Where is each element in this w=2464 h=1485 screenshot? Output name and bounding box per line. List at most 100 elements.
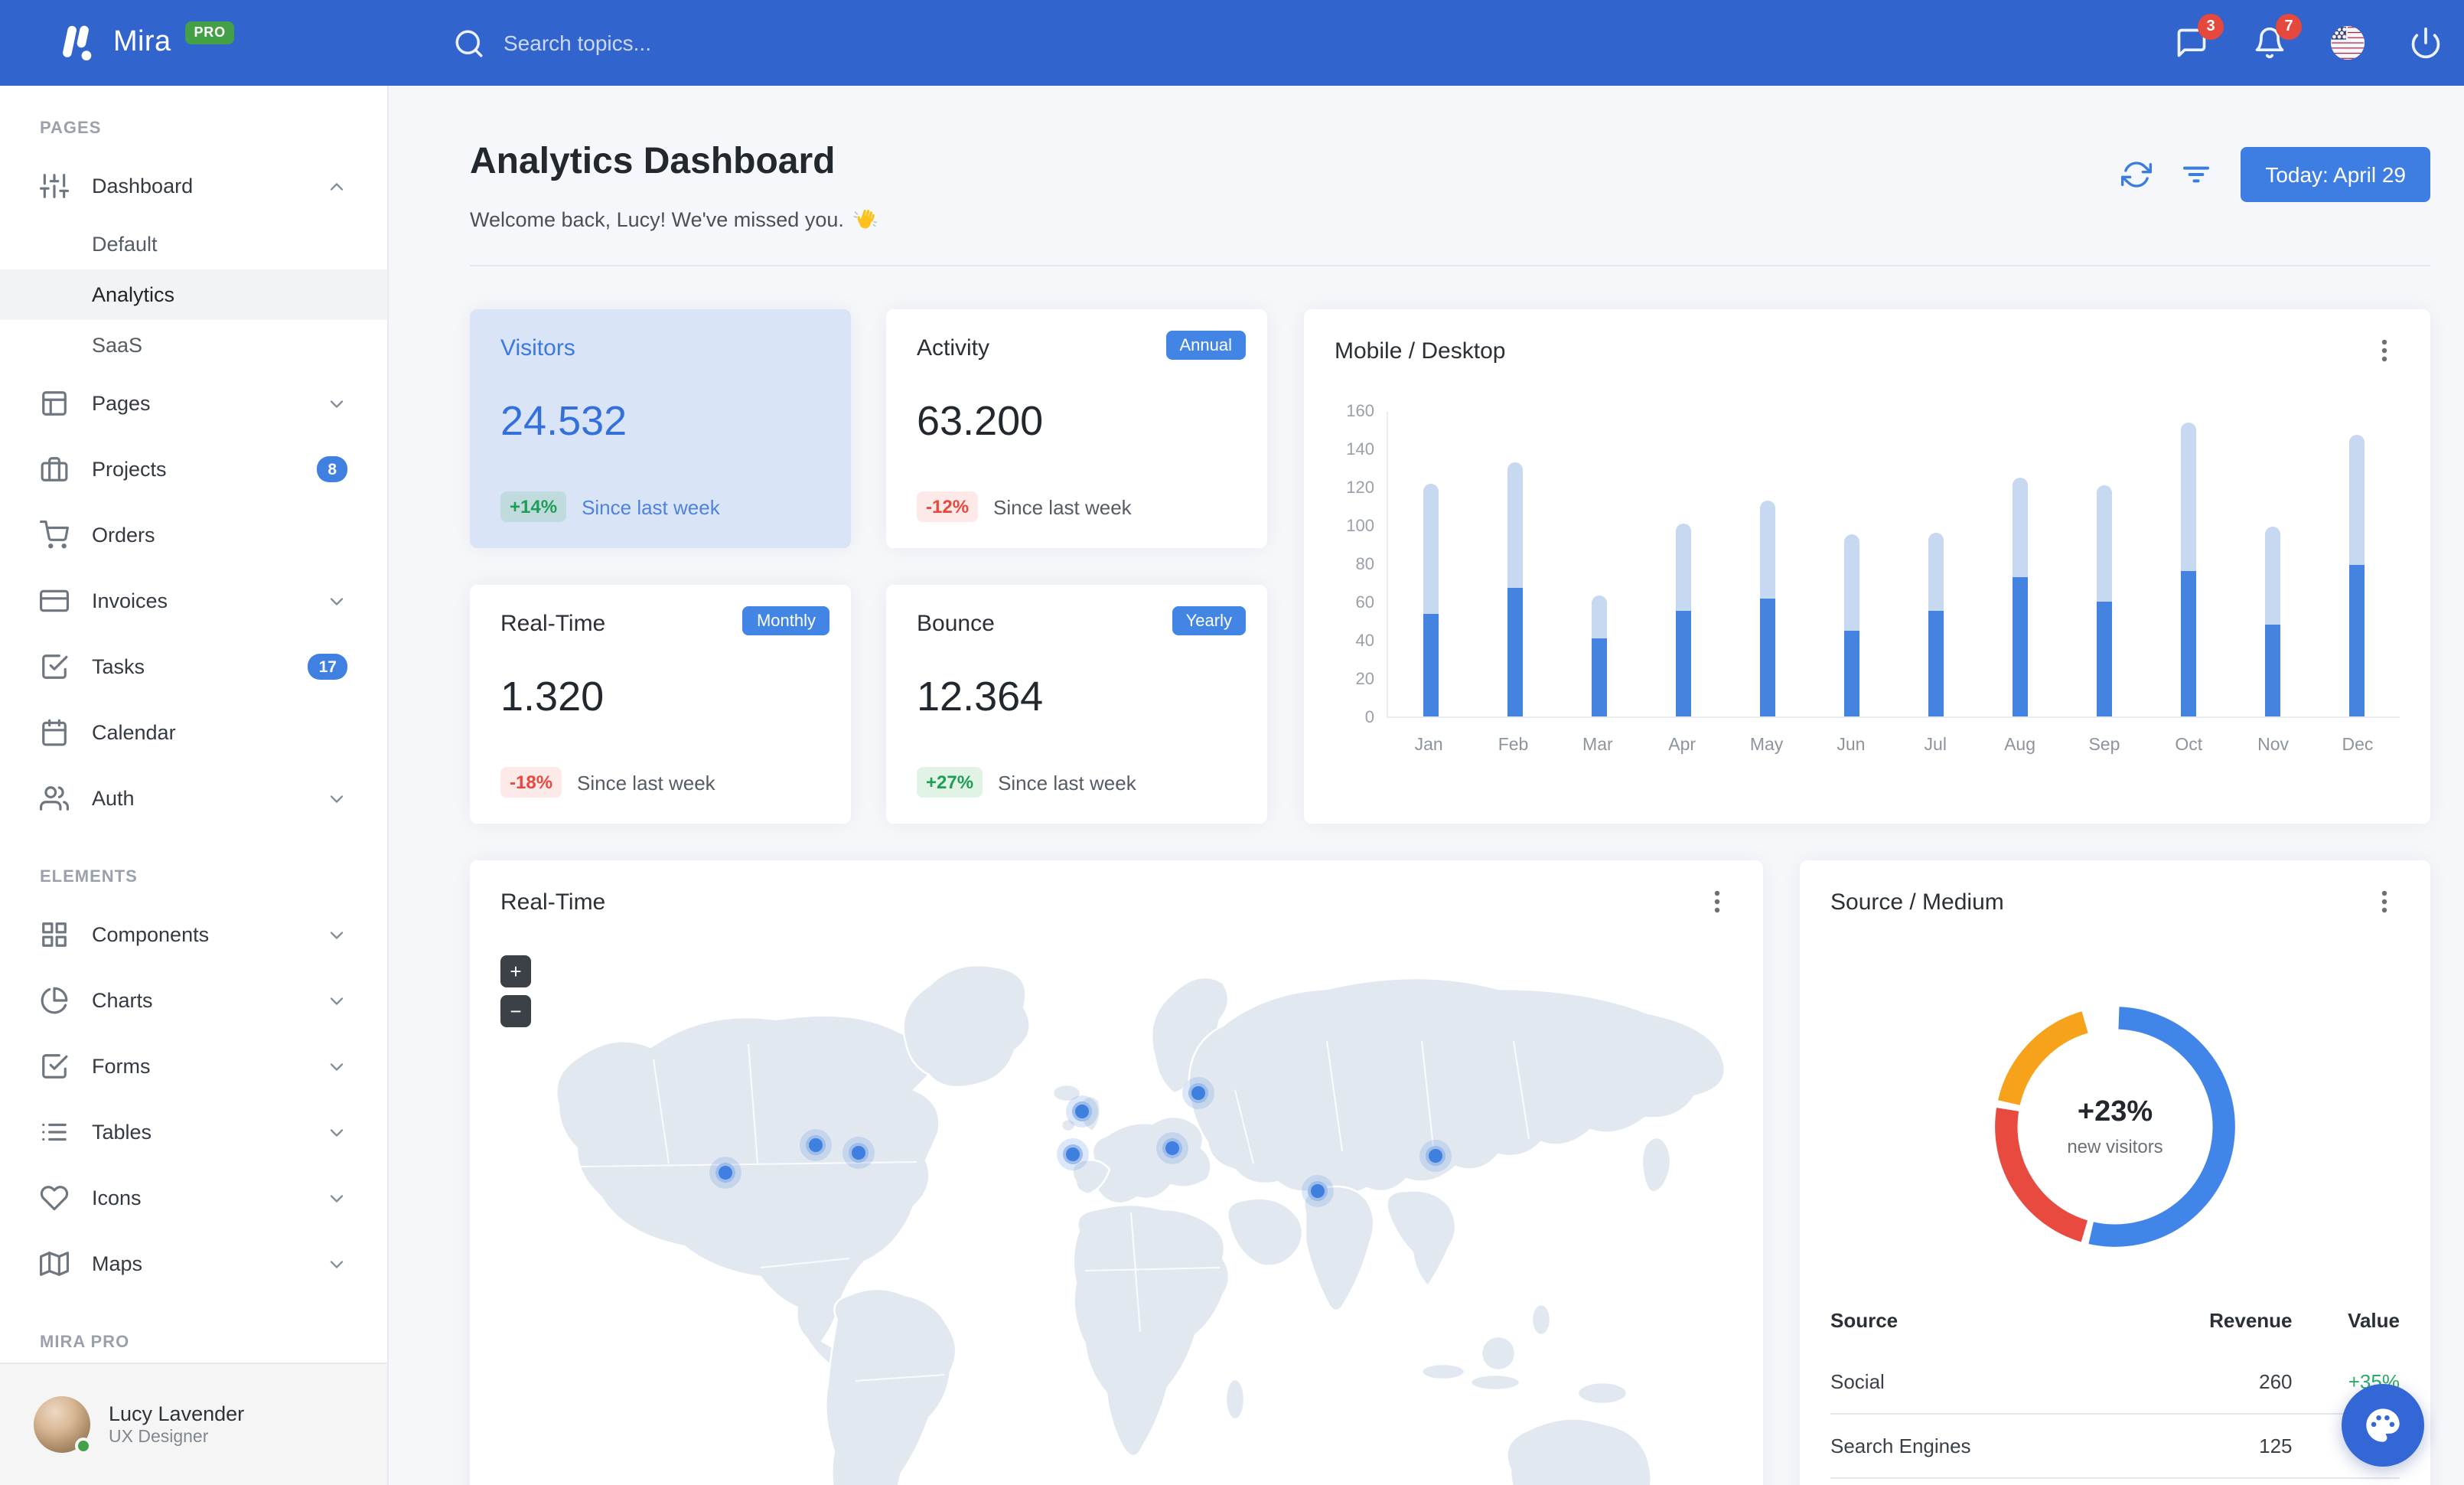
bar-nov[interactable] [2265,527,2281,716]
world-map-svg [556,964,1726,1485]
bar-oct[interactable] [2181,422,2197,716]
stat-card-real-time: Real-Time Monthly 1.320 -18% Since last week [470,585,851,824]
map-zoom-in-button[interactable]: + [500,955,531,987]
search-input[interactable] [504,31,963,55]
user-name: Lucy Lavender [109,1402,245,1425]
sidebar: PAGES Dashboard Default Analytics SaaS Pages P… [0,86,389,1485]
sidebar-subitem-saas[interactable]: SaaS [0,320,387,370]
notifications-count-badge: 7 [2276,14,2302,40]
bar-jan[interactable] [1423,483,1439,716]
language-button[interactable] [2329,24,2366,61]
bar-apr[interactable] [1675,523,1691,716]
cell-source: Social [1830,1370,1885,1393]
header-actions: Today: April 29 [2121,147,2430,202]
header-divider [470,265,2430,266]
bar-mar[interactable] [1591,596,1607,716]
bar-dec[interactable] [2349,435,2365,716]
stat-caption: Since last week [998,771,1136,794]
bar-jul[interactable] [1928,533,1944,716]
sidebar-item-pages[interactable]: Pages [0,370,387,436]
sidebar-count-badge: 8 [317,456,347,482]
user-role: UX Designer [109,1428,209,1447]
sidebar-subitem-default[interactable]: Default [0,219,387,269]
bar-feb[interactable] [1507,462,1523,716]
bar-aug[interactable] [2013,477,2029,716]
date-range-button[interactable]: Today: April 29 [2241,147,2430,202]
bar-series [1388,412,2400,716]
map-marker-7[interactable] [1162,1138,1182,1158]
chart-menu-button[interactable] [2369,335,2400,366]
world-map[interactable] [470,860,1763,1485]
y-axis-tick: 100 [1346,517,1374,536]
shopping-cart-icon [40,521,69,550]
users-icon [40,784,69,813]
signout-button[interactable] [2407,24,2444,61]
col-value: Value [2348,1309,2400,1332]
sidebar-item-charts[interactable]: Charts [0,968,387,1033]
map-marker-6[interactable] [1063,1144,1083,1164]
sidebar-item-auth[interactable]: Auth [0,765,387,831]
sidebar-item-projects[interactable]: Projects 8 [0,436,387,502]
kebab-icon [2381,890,2387,913]
messages-button[interactable]: 3 [2173,14,2224,61]
sidebar-item-label: Forms [92,1055,151,1078]
mobile-desktop-bar-chart: 160 140 120 100 80 60 40 20 0 Jan Feb Mar Apr May Jun… [1346,403,2400,755]
map-marker-3[interactable] [849,1143,869,1163]
refresh-button[interactable] [2121,159,2153,190]
bar-sep[interactable] [2097,485,2113,716]
map-marker-8[interactable] [1308,1181,1328,1201]
map-marker-2[interactable] [806,1135,826,1155]
chevron-down-icon [326,990,347,1011]
stat-caption: Since last week [993,495,1132,518]
donut-center-value: +23% [2077,1096,2153,1128]
map-marker-5[interactable] [1188,1083,1208,1103]
sidebar-item-forms[interactable]: Forms [0,1033,387,1099]
sidebar-item-orders[interactable]: Orders [0,502,387,568]
sidebar-item-maps[interactable]: Maps [0,1231,387,1297]
avatar [34,1396,92,1454]
sidebar-item-tables[interactable]: Tables [0,1099,387,1165]
map-marker-4[interactable] [1072,1102,1092,1121]
page-title: Analytics Dashboard [470,141,836,182]
x-axis-label: Apr [1668,736,1696,755]
sidebar-item-tasks[interactable]: Tasks 17 [0,634,387,700]
notifications-button[interactable]: 7 [2251,14,2302,61]
x-axis-label: Mar [1582,736,1613,755]
stat-period-pill[interactable]: Yearly [1172,606,1246,635]
stat-card-activity: Activity Annual 63.200 -12% Since last week [886,309,1267,548]
x-axis-label: Nov [2257,736,2290,755]
sidebar-item-invoices[interactable]: Invoices [0,568,387,634]
sidebar-item-calendar[interactable]: Calendar [0,700,387,765]
bar-jun[interactable] [1843,534,1859,716]
bar-chart-x-labels: Jan Feb Mar Apr May Jun Jul Aug Sep Oct Nov Dec [1387,736,2400,755]
main-content: Analytics Dashboard Welcome back, Lucy! … [389,86,2464,1485]
stat-value: 12.364 [917,674,1044,720]
heart-icon [40,1183,69,1212]
grid-icon [40,920,69,949]
chevron-down-icon [326,393,347,414]
cell-source: Search Engines [1830,1413,2121,1478]
source-table: Source Revenue Value Social 260 +35% Search… [1830,1297,2400,1485]
sidebar-subitem-analytics[interactable]: Analytics [0,269,387,320]
bar-may[interactable] [1759,500,1775,716]
map-marker-9[interactable] [1426,1146,1445,1166]
y-axis-tick: 160 [1346,403,1374,421]
sidebar-item-dashboard[interactable]: Dashboard [0,153,387,219]
sidebar-user[interactable]: Lucy Lavender UX Designer [0,1363,387,1485]
theme-settings-fab[interactable] [2342,1384,2424,1467]
filter-button[interactable] [2181,159,2211,190]
sidebar-item-components[interactable]: Components [0,902,387,968]
sidebar-item-icons[interactable]: Icons [0,1165,387,1231]
sidebar-item-label: Tables [92,1121,152,1144]
sidebar-item-label: Calendar [92,721,176,744]
map-zoom-out-button[interactable]: − [500,995,531,1027]
y-axis-tick: 40 [1355,632,1375,651]
stat-period-pill[interactable]: Annual [1165,331,1246,360]
stat-period-pill[interactable]: Monthly [742,606,829,635]
map-marker-1[interactable] [715,1163,735,1183]
source-menu-button[interactable] [2369,886,2400,917]
table-row-direct: Direct164+46% [1830,1477,2400,1485]
stat-delta-badge: -12% [917,491,979,522]
brand[interactable]: Mira PRO [0,21,389,65]
y-axis-tick: 20 [1355,671,1375,689]
